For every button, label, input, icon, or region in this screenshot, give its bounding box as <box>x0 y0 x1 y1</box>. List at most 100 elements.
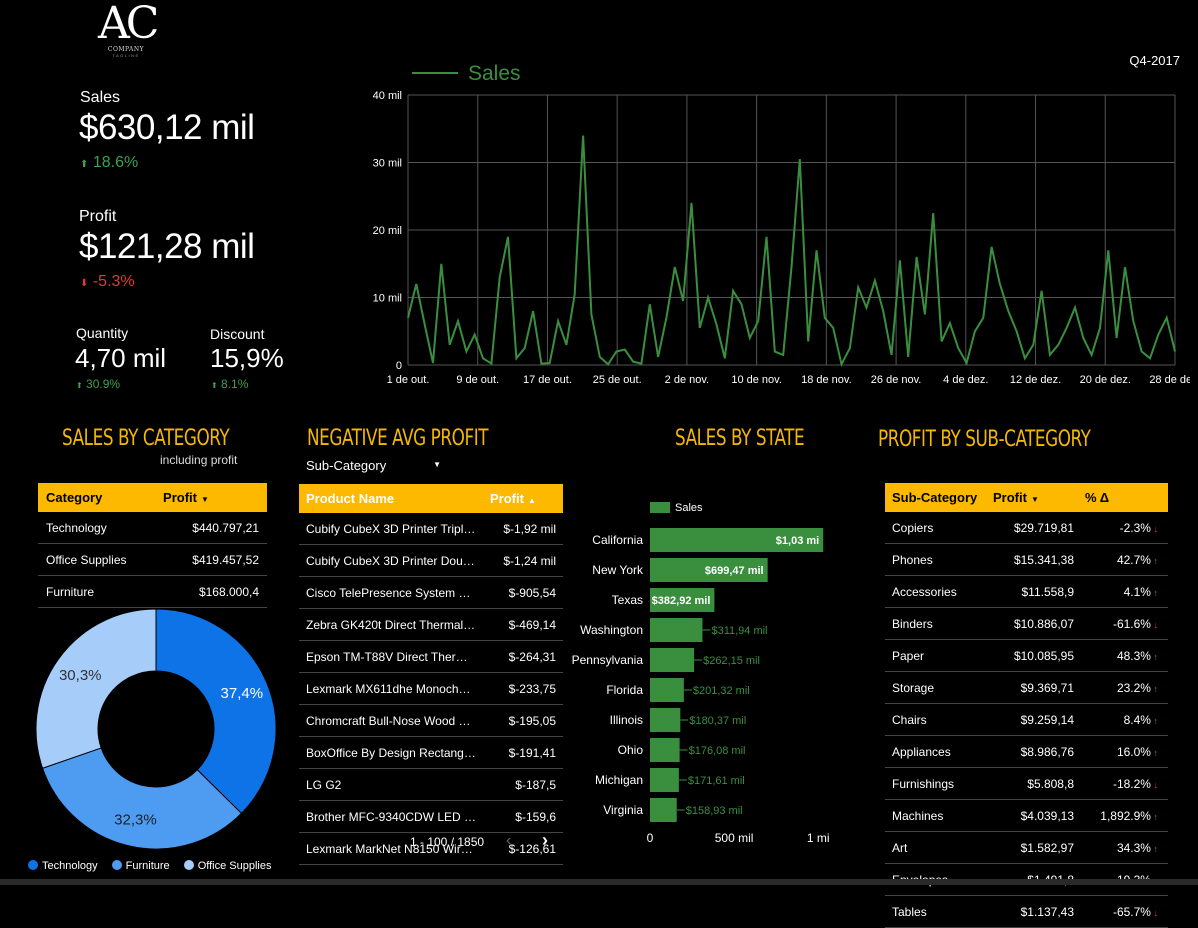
pct-change-value: 1,892.9% <box>1100 808 1151 823</box>
x-tick-label: 18 de nov. <box>801 374 852 386</box>
product-name-cell: BoxOffice By Design Rectang… <box>299 736 489 769</box>
table-row[interactable]: Paper $10.085,95 48.3% ↑ <box>885 639 1168 672</box>
profit-column-header[interactable]: Profit ▼ <box>992 483 1084 512</box>
table-row[interactable]: Tables $1.137,43 -65.7% ↓ <box>885 895 1168 928</box>
bar[interactable] <box>650 708 681 732</box>
bar[interactable] <box>650 648 695 672</box>
sub-category-cell: Furnishings <box>885 767 992 800</box>
product-name-cell: Epson TM-T88V Direct Ther… <box>299 640 489 673</box>
table-row[interactable]: Chairs $9.259,14 8.4% ↑ <box>885 703 1168 736</box>
legend-swatch <box>650 502 670 513</box>
sub-category-cell: Tables <box>885 895 992 928</box>
sales-line-chart: 0 10 mil 20 mil 30 mil 40 mil 1 de out. 9 de o… <box>373 62 1190 386</box>
bar-value-label: $1,03 mi <box>776 535 819 547</box>
legend-dot-icon <box>28 860 38 870</box>
profit-cell: $419.457,52 <box>162 543 267 576</box>
bar[interactable] <box>650 798 677 822</box>
table-row[interactable]: Storage $9.369,71 23.2% ↑ <box>885 671 1168 704</box>
table-row[interactable]: Furniture $168.000,4 <box>38 575 267 608</box>
donut-slice[interactable] <box>155 608 277 815</box>
arrow-down-icon: ↓ <box>1150 779 1158 790</box>
sub-category-cell: Binders <box>885 607 992 640</box>
pct-change-value: 8.4% <box>1123 712 1151 727</box>
table-row[interactable]: Appliances $8.986,76 16.0% ↑ <box>885 735 1168 768</box>
pct-change-value: 48.3% <box>1116 648 1151 663</box>
y-tick-label: 30 mil <box>373 158 402 170</box>
sales-by-category-table: Category Profit ▼ Technology $440.797,21 Of… <box>38 483 267 608</box>
profit-cell: $4.039,13 <box>992 799 1084 832</box>
legend-item[interactable]: Furniture <box>111 860 170 872</box>
table-row[interactable]: Epson TM-T88V Direct Ther… $-264,31 <box>299 640 563 673</box>
profit-cell: $1.582,97 <box>992 831 1084 864</box>
table-row[interactable]: Office Supplies $419.457,52 <box>38 543 267 576</box>
profit-column-header[interactable]: Profit ▼ <box>162 483 267 512</box>
bar[interactable] <box>650 738 680 762</box>
table-row[interactable]: Zebra GK420t Direct Thermal… $-469,14 <box>299 608 563 641</box>
table-header-row: Category Profit ▼ <box>38 483 267 512</box>
slice-label: 30,3% <box>59 667 102 684</box>
arrow-up-icon: ⬆ <box>211 381 218 390</box>
bar[interactable] <box>650 768 679 792</box>
profit-cell: $8.986,76 <box>992 735 1084 768</box>
table-row[interactable]: Cisco TelePresence System … $-905,54 <box>299 576 563 609</box>
table-row[interactable]: Furnishings $5.808,8 -18.2% ↓ <box>885 767 1168 800</box>
y-tick-label: 10 mil <box>373 293 402 305</box>
category-column-header[interactable]: Category <box>38 483 163 512</box>
category-label: Virginia <box>603 803 643 817</box>
legend-item[interactable]: Technology <box>28 860 98 872</box>
pct-change-column-header[interactable]: % Δ <box>1084 483 1168 512</box>
profit-cell: $-905,54 <box>489 576 563 609</box>
next-page-icon[interactable]: › <box>542 830 548 851</box>
quantity-kpi-delta: ⬆ 30.9% <box>76 377 121 391</box>
x-tick-label: 25 de out. <box>593 374 642 386</box>
donut-slice[interactable] <box>35 608 157 769</box>
table-row[interactable]: BoxOffice By Design Rectang… $-191,41 <box>299 736 563 769</box>
arrow-up-icon: ↑ <box>1150 715 1158 726</box>
profit-column-header[interactable]: Profit ▲ <box>489 484 563 513</box>
legend-item[interactable]: Office Supplies <box>183 860 271 872</box>
sub-category-column-header[interactable]: Sub-Category <box>885 483 992 512</box>
table-row[interactable]: Chromcraft Bull-Nose Wood … $-195,05 <box>299 704 563 737</box>
x-tick-label: 26 de nov. <box>871 374 922 386</box>
profit-by-subcategory-title: PROFIT BY SUB-CATEGORY <box>878 427 1091 452</box>
table-row[interactable]: Lexmark MX611dhe Monoch… $-233,75 <box>299 672 563 705</box>
table-header-row: Product Name Profit ▲ <box>299 484 563 513</box>
bar[interactable] <box>650 618 703 642</box>
horizontal-scrollbar[interactable] <box>0 879 1198 885</box>
product-name-cell: Cubify CubeX 3D Printer Tripl… <box>299 513 489 545</box>
table-row[interactable]: Cubify CubeX 3D Printer Tripl… $-1,92 mil <box>299 513 563 545</box>
pct-change-cell: 8.4% ↑ <box>1084 703 1168 736</box>
bar[interactable] <box>650 678 684 702</box>
pct-change-value: -65.7% <box>1112 904 1151 919</box>
sales-by-state-chart: Sales California $1,03 mi New York $699,47 m… <box>572 502 830 845</box>
table-row[interactable]: LG G2 $-187,5 <box>299 768 563 801</box>
pct-change-value: 16.0% <box>1116 744 1151 759</box>
table-row[interactable]: Copiers $29.719,81 -2.3% ↓ <box>885 512 1168 544</box>
profit-cell: $-126,61 <box>489 832 563 865</box>
bar-value-label: $311,94 mil <box>711 625 767 637</box>
pct-change-cell: 4.1% ↑ <box>1084 575 1168 608</box>
table-row[interactable]: Accessories $11.558,9 4.1% ↑ <box>885 575 1168 608</box>
pct-change-cell: -61.6% ↓ <box>1084 607 1168 640</box>
table-row[interactable]: Cubify CubeX 3D Printer Dou… $-1,24 mil <box>299 544 563 577</box>
sub-category-cell: Copiers <box>885 512 992 544</box>
x-tick-label: 500 mil <box>715 831 754 845</box>
table-row[interactable]: Art $1.582,97 34.3% ↑ <box>885 831 1168 864</box>
profit-cell: $29.719,81 <box>992 512 1084 544</box>
table-row[interactable]: Machines $4.039,13 1,892.9% ↑ <box>885 799 1168 832</box>
table-row[interactable]: Brother MFC-9340CDW LED … $-159,6 <box>299 800 563 833</box>
product-name-cell: Lexmark MX611dhe Monoch… <box>299 672 489 705</box>
table-row[interactable]: Binders $10.886,07 -61.6% ↓ <box>885 607 1168 640</box>
sub-category-dropdown[interactable]: Sub-Category ▼ <box>306 458 441 473</box>
slice-label: 32,3% <box>114 812 157 829</box>
sub-category-cell: Storage <box>885 671 992 704</box>
table-row[interactable]: Technology $440.797,21 <box>38 512 267 544</box>
prev-page-icon[interactable]: ‹ <box>506 832 511 850</box>
product-name-column-header[interactable]: Product Name <box>299 484 489 513</box>
profit-cell: $-159,6 <box>489 800 563 833</box>
table-row[interactable]: Phones $15.341,38 42.7% ↑ <box>885 543 1168 576</box>
company-logo: AC COMPANY TAGLINE <box>98 0 159 66</box>
x-tick-label: 0 <box>647 831 654 845</box>
legend-dot-icon <box>111 860 122 870</box>
logo-mark: AC <box>98 0 159 49</box>
